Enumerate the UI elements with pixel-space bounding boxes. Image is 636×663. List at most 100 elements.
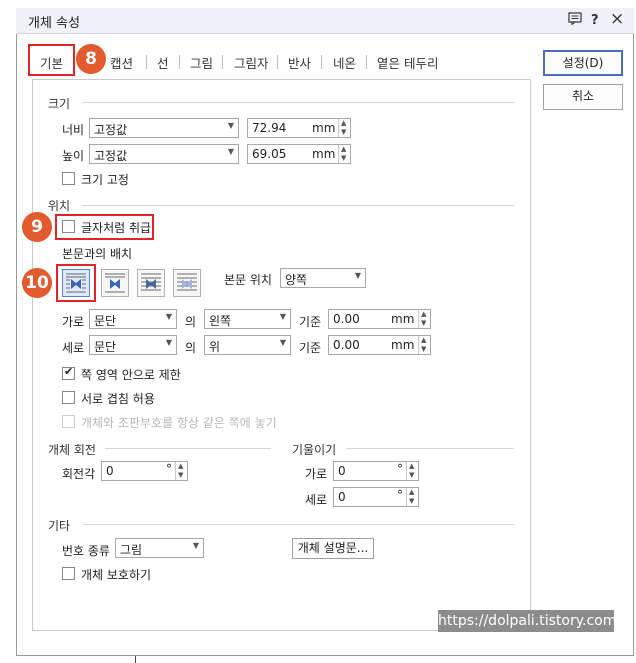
divider — [346, 448, 514, 449]
title-bar — [16, 8, 634, 34]
tab-separator — [146, 55, 147, 69]
base-label: 기준 — [299, 341, 322, 355]
body-pos-value: 양쪽 — [285, 273, 308, 287]
width-label: 너비 — [62, 123, 85, 137]
wrap-heading: 본문과의 배치 — [62, 247, 133, 261]
tab-shadow[interactable]: 그림자 — [234, 53, 269, 72]
tab-soft-edge[interactable]: 옅은 테두리 — [377, 53, 438, 72]
tab-picture[interactable]: 그림 — [190, 53, 213, 72]
horiz-offset-input[interactable]: 0.00 mm ▲ ▼ — [328, 309, 431, 329]
chevron-down-icon: ▼ — [279, 338, 286, 347]
horiz-offset-spinner[interactable]: ▲ ▼ — [418, 310, 431, 328]
height-mode-value: 고정값 — [94, 149, 128, 163]
chevron-down-icon: ▼ — [354, 271, 361, 280]
body-pos-label: 본문 위치 — [224, 273, 272, 287]
chevron-down-icon: ▼ — [279, 312, 286, 321]
ok-button[interactable]: 설정(D) — [543, 50, 623, 76]
wrap-in-front-button[interactable] — [173, 269, 201, 297]
horiz-offset-value: 0.00 — [333, 312, 360, 326]
of-label: 의 — [185, 341, 197, 355]
watermark: https://dolpali.tistory.com — [438, 610, 616, 632]
size-lock-label: 크기 고정 — [81, 173, 129, 187]
annotation-marker-8: 8 — [76, 44, 106, 74]
base-label: 기준 — [299, 315, 322, 329]
protect-label: 개체 보호하기 — [81, 568, 152, 582]
skew-v-value: 0 — [338, 490, 346, 504]
horiz-label: 가로 — [62, 315, 85, 329]
width-unit: mm — [312, 121, 336, 135]
tab-reflection[interactable]: 반사 — [288, 53, 311, 72]
comment-icon[interactable] — [568, 12, 582, 29]
vert-offset-value: 0.00 — [333, 338, 360, 352]
horiz-offset-unit: mm — [391, 312, 415, 326]
width-spinner[interactable]: ▲ ▼ — [338, 119, 351, 137]
protect-checkbox[interactable] — [62, 567, 75, 580]
tab-neon[interactable]: 네온 — [333, 53, 356, 72]
tab-separator — [277, 55, 278, 69]
other-heading: 기타 — [48, 519, 71, 533]
height-unit: mm — [312, 147, 336, 161]
divider — [82, 524, 514, 525]
allow-overlap-checkbox[interactable] — [62, 391, 75, 404]
help-icon[interactable]: ? — [591, 13, 599, 28]
wrap-behind-text-icon — [141, 273, 161, 291]
height-value: 69.05 — [252, 147, 287, 161]
limit-page-label: 쪽 영역 안으로 제한 — [81, 368, 181, 382]
height-spinner[interactable]: ▲ ▼ — [338, 145, 351, 163]
angle-label: 회전각 — [62, 467, 96, 481]
tab-separator — [321, 55, 322, 69]
divider — [105, 448, 271, 449]
height-mode-select[interactable]: 고정값 ▼ — [89, 144, 239, 164]
treat-as-char-checkbox[interactable] — [62, 220, 75, 233]
skew-h-input[interactable]: 0 ° ▲ ▼ — [333, 461, 419, 481]
wrap-behind-text-button[interactable] — [137, 269, 165, 297]
number-type-select[interactable]: 그림 ▼ — [115, 538, 204, 558]
degree-unit: ° — [397, 488, 403, 502]
tab-separator — [366, 55, 367, 69]
width-mode-select[interactable]: 고정값 ▼ — [89, 118, 239, 138]
skew-h-value: 0 — [338, 464, 346, 478]
tab-caption[interactable]: 캡션 — [110, 53, 133, 72]
close-icon[interactable]: × — [610, 9, 624, 29]
height-input[interactable]: 69.05 mm ▲ ▼ — [247, 144, 351, 164]
degree-unit: ° — [397, 462, 403, 476]
same-page-label: 개체와 조판부호를 항상 같은 쪽에 놓기 — [81, 416, 277, 430]
body-pos-select[interactable]: 양쪽 ▼ — [280, 268, 366, 288]
vert-ref-select[interactable]: 문단 ▼ — [89, 335, 177, 355]
object-description-button[interactable]: 개체 설명문... — [292, 538, 374, 559]
skew-h-spinner[interactable]: ▲ ▼ — [406, 462, 419, 480]
wrap-in-front-icon — [177, 273, 197, 291]
chevron-down-icon: ▼ — [165, 338, 172, 347]
vert-offset-input[interactable]: 0.00 mm ▲ ▼ — [328, 335, 431, 355]
tab-basic[interactable]: 기본 — [40, 53, 63, 72]
angle-spinner[interactable]: ▲ ▼ — [175, 462, 188, 480]
wrap-top-bottom-button[interactable] — [101, 269, 129, 297]
skew-v-label: 세로 — [305, 493, 328, 507]
vert-offset-spinner[interactable]: ▲ ▼ — [418, 336, 431, 354]
annotation-marker-9: 9 — [22, 212, 52, 242]
height-label: 높이 — [62, 149, 85, 163]
horiz-align-select[interactable]: 왼쪽 ▼ — [204, 309, 291, 329]
wrap-square-button[interactable] — [62, 269, 90, 297]
same-page-checkbox — [62, 415, 75, 428]
limit-page-checkbox[interactable] — [62, 365, 75, 380]
size-lock-checkbox[interactable] — [62, 172, 75, 185]
tab-line[interactable]: 선 — [157, 53, 169, 72]
treat-as-char-label: 글자처럼 취급 — [81, 221, 152, 235]
cancel-button[interactable]: 취소 — [543, 84, 623, 110]
vert-align-select[interactable]: 위 ▼ — [204, 335, 291, 355]
chevron-down-icon: ▼ — [227, 121, 234, 130]
vert-align-value: 위 — [209, 340, 221, 354]
horiz-align-value: 왼쪽 — [209, 314, 232, 328]
horiz-ref-select[interactable]: 문단 ▼ — [89, 309, 177, 329]
skew-heading: 기울이기 — [292, 443, 337, 457]
skew-v-input[interactable]: 0 ° ▲ ▼ — [333, 487, 419, 507]
vert-label: 세로 — [62, 341, 85, 355]
wrap-top-bottom-icon — [105, 273, 125, 293]
width-input[interactable]: 72.94 mm ▲ ▼ — [247, 118, 351, 138]
tab-separator — [179, 55, 180, 69]
angle-input[interactable]: 0 ° ▲ ▼ — [101, 461, 188, 481]
wrap-square-icon — [66, 273, 86, 293]
degree-unit: ° — [166, 462, 172, 476]
skew-v-spinner[interactable]: ▲ ▼ — [406, 488, 419, 506]
